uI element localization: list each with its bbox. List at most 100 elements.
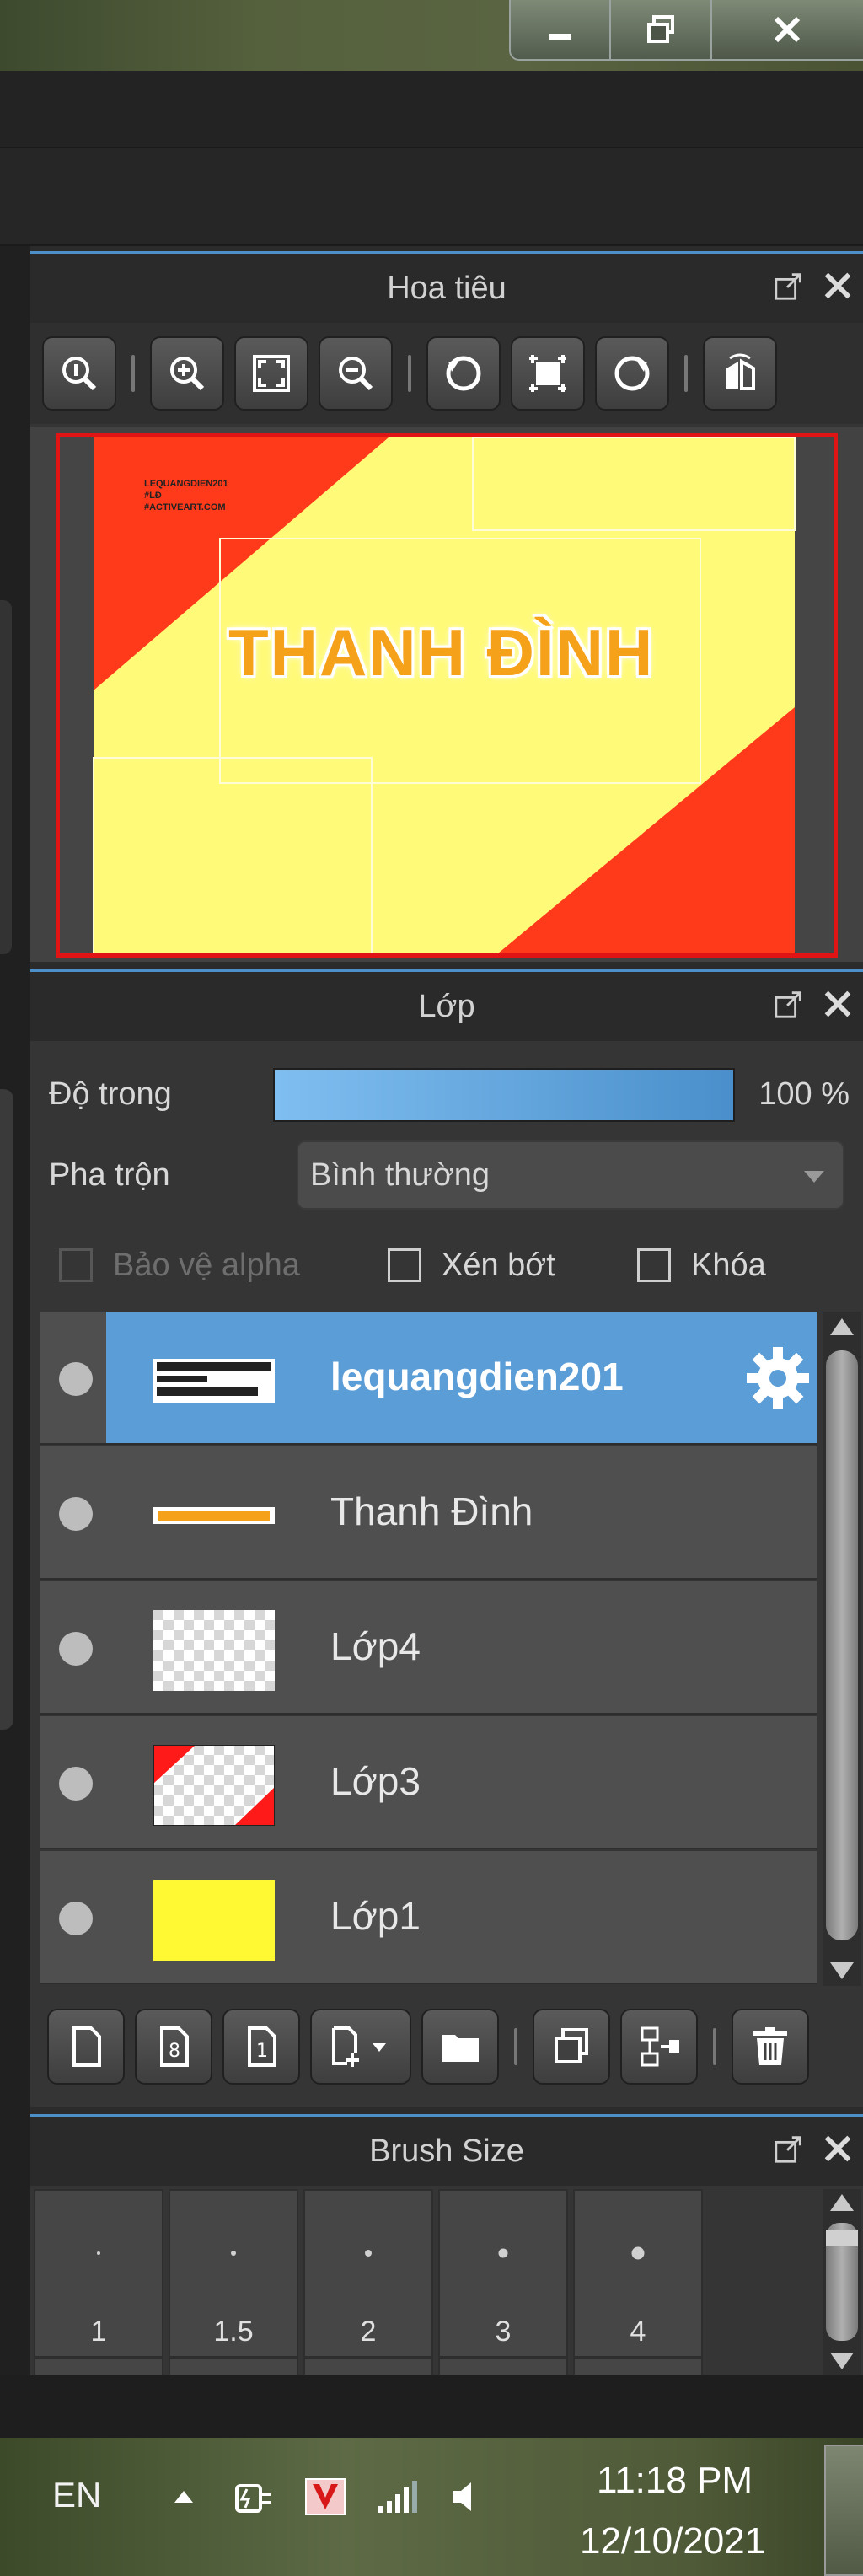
zoom-out-button[interactable]	[319, 336, 393, 411]
scroll-down-icon[interactable]	[830, 1962, 854, 1979]
brush-size-scrollbar[interactable]	[823, 2189, 861, 2375]
chevron-up-icon	[174, 2491, 193, 2503]
zoom-in-button[interactable]	[150, 336, 224, 411]
brush-size-header: Brush Size	[30, 2117, 863, 2186]
brush-size-cell[interactable]: 4	[573, 2189, 703, 2358]
merge-down-icon	[641, 2026, 679, 2067]
clipping-checkbox[interactable]: Xén bớt	[388, 1240, 637, 1291]
new-8bit-layer-button[interactable]: 8	[135, 2009, 212, 2085]
windows-taskbar: EN 11:18 PM 12/10/2021	[0, 2438, 863, 2576]
clock-time[interactable]: 11:18 PM	[597, 2460, 753, 2502]
close-panel-icon[interactable]	[821, 269, 855, 303]
zoom-actual-button[interactable]	[42, 336, 116, 411]
brush-dot	[97, 2251, 100, 2255]
blend-mode-select[interactable]: Bình thường	[297, 1140, 844, 1210]
lock-checkbox[interactable]: Khóa	[637, 1240, 766, 1291]
merge-down-button[interactable]	[620, 2009, 698, 2085]
brush-size-cell[interactable]: 1.5	[169, 2189, 298, 2358]
input-language-indicator[interactable]: EN	[52, 2475, 101, 2515]
restore-button[interactable]	[611, 0, 712, 59]
new-layer-icon	[72, 2026, 101, 2067]
popout-icon[interactable]	[772, 987, 806, 1021]
layer-row[interactable]: Lớp1	[40, 1851, 817, 1984]
protect-alpha-checkbox[interactable]: Bảo vệ alpha	[59, 1240, 388, 1291]
scroll-down-icon[interactable]	[830, 2353, 854, 2369]
scroll-up-icon[interactable]	[830, 1318, 854, 1335]
minimize-button[interactable]	[511, 0, 612, 59]
opacity-slider[interactable]	[273, 1068, 735, 1122]
opacity-slider-fill	[275, 1070, 733, 1120]
gear-icon[interactable]	[743, 1344, 812, 1413]
brush-dot	[498, 2248, 508, 2258]
brush-size-grid: 1 1.5 2 3 4	[34, 2189, 817, 2375]
rotate-left-button[interactable]	[426, 336, 501, 411]
new-1bit-layer-icon: 1	[248, 2026, 276, 2067]
navigator-preview[interactable]: LEQUANGDIEN201 #LĐ #ACTIVEART.COM THANH …	[56, 433, 838, 958]
menu-bar	[0, 71, 863, 148]
brush-dot	[365, 2250, 372, 2257]
navigator-panel: Hoa tiêu LEQUANGDIEN201 #LĐ #ACTIVEART.C…	[30, 251, 863, 962]
brush-size-cell[interactable]: 3	[438, 2189, 568, 2358]
close-panel-icon[interactable]	[821, 2132, 855, 2165]
layer-thumbnail	[153, 1745, 275, 1826]
power-plug-icon	[235, 2484, 271, 2513]
fit-window-icon	[253, 355, 290, 392]
new-layer-button[interactable]	[47, 2009, 125, 2085]
visibility-toggle-icon[interactable]	[59, 1767, 93, 1801]
brush-size-title: Brush Size	[369, 2133, 524, 2169]
chevron-down-icon	[804, 1171, 824, 1183]
show-desktop-button[interactable]	[824, 2445, 863, 2576]
visibility-toggle-icon[interactable]	[59, 1497, 93, 1531]
close-button[interactable]	[711, 0, 863, 59]
new-8bit-layer-icon: 8	[160, 2026, 189, 2067]
reset-rotation-button[interactable]	[511, 336, 585, 411]
checkbox-box	[59, 1248, 93, 1282]
network-tray-icon[interactable]	[373, 2471, 420, 2522]
scrollbar-thumb[interactable]	[826, 1350, 858, 1940]
layer-thumbnail	[153, 1340, 275, 1421]
flip-horizontal-button[interactable]	[703, 336, 777, 411]
duplicate-icon	[555, 2028, 588, 2063]
rotate-right-button[interactable]	[595, 336, 669, 411]
delete-layer-button[interactable]	[732, 2009, 809, 2085]
brush-size-cell[interactable]: 2	[303, 2189, 433, 2358]
fit-to-window-button[interactable]	[234, 336, 308, 411]
add-layer-dropdown-icon	[332, 2026, 386, 2067]
scroll-up-icon[interactable]	[830, 2194, 854, 2211]
navigator-view[interactable]: LEQUANGDIEN201 #LĐ #ACTIVEART.COM THANH …	[30, 427, 863, 962]
new-1bit-layer-button[interactable]: 1	[222, 2009, 300, 2085]
brush-dot	[231, 2251, 236, 2256]
svg-text:1: 1	[256, 2041, 268, 2062]
brush-size-cell[interactable]: 1	[34, 2189, 163, 2358]
close-panel-icon[interactable]	[821, 987, 855, 1021]
new-folder-button[interactable]	[421, 2009, 499, 2085]
add-layer-menu-button[interactable]	[310, 2009, 411, 2085]
opacity-value: 100 %	[758, 1076, 850, 1112]
layer-row[interactable]: lequangdien201	[40, 1312, 817, 1445]
layer-list-scrollbar[interactable]	[823, 1312, 861, 1986]
layer-name: Lớp1	[330, 1894, 421, 1938]
clock-date[interactable]: 12/10/2021	[580, 2520, 765, 2563]
popout-icon[interactable]	[772, 269, 806, 303]
visibility-toggle-icon[interactable]	[59, 1902, 93, 1935]
layer-row[interactable]: Lớp4	[40, 1581, 817, 1715]
layer-row[interactable]: Thanh Đình	[40, 1446, 817, 1580]
navigator-title: Hoa tiêu	[387, 270, 507, 306]
navigator-header: Hoa tiêu	[30, 254, 863, 323]
popout-icon[interactable]	[772, 2132, 806, 2165]
layers-panel: Lớp Độ trong 100 % Pha trộn Bình thường …	[30, 969, 863, 2107]
zoom-out-icon	[339, 357, 373, 391]
visibility-toggle-icon[interactable]	[59, 1362, 93, 1396]
duplicate-layer-button[interactable]	[533, 2009, 610, 2085]
layers-title: Lớp	[418, 988, 475, 1024]
layer-row[interactable]: Lớp3	[40, 1716, 817, 1849]
show-hidden-icons-button[interactable]	[160, 2471, 207, 2522]
left-dock-handle-lower[interactable]	[0, 1089, 13, 1730]
reset-view-icon	[529, 355, 566, 392]
power-tray-icon[interactable]	[231, 2471, 278, 2522]
antivirus-tray-icon[interactable]	[302, 2471, 349, 2522]
volume-tray-icon[interactable]	[443, 2471, 490, 2522]
left-dock-handle[interactable]	[0, 600, 12, 954]
signal-bars-icon	[378, 2481, 417, 2513]
visibility-toggle-icon[interactable]	[59, 1632, 93, 1666]
